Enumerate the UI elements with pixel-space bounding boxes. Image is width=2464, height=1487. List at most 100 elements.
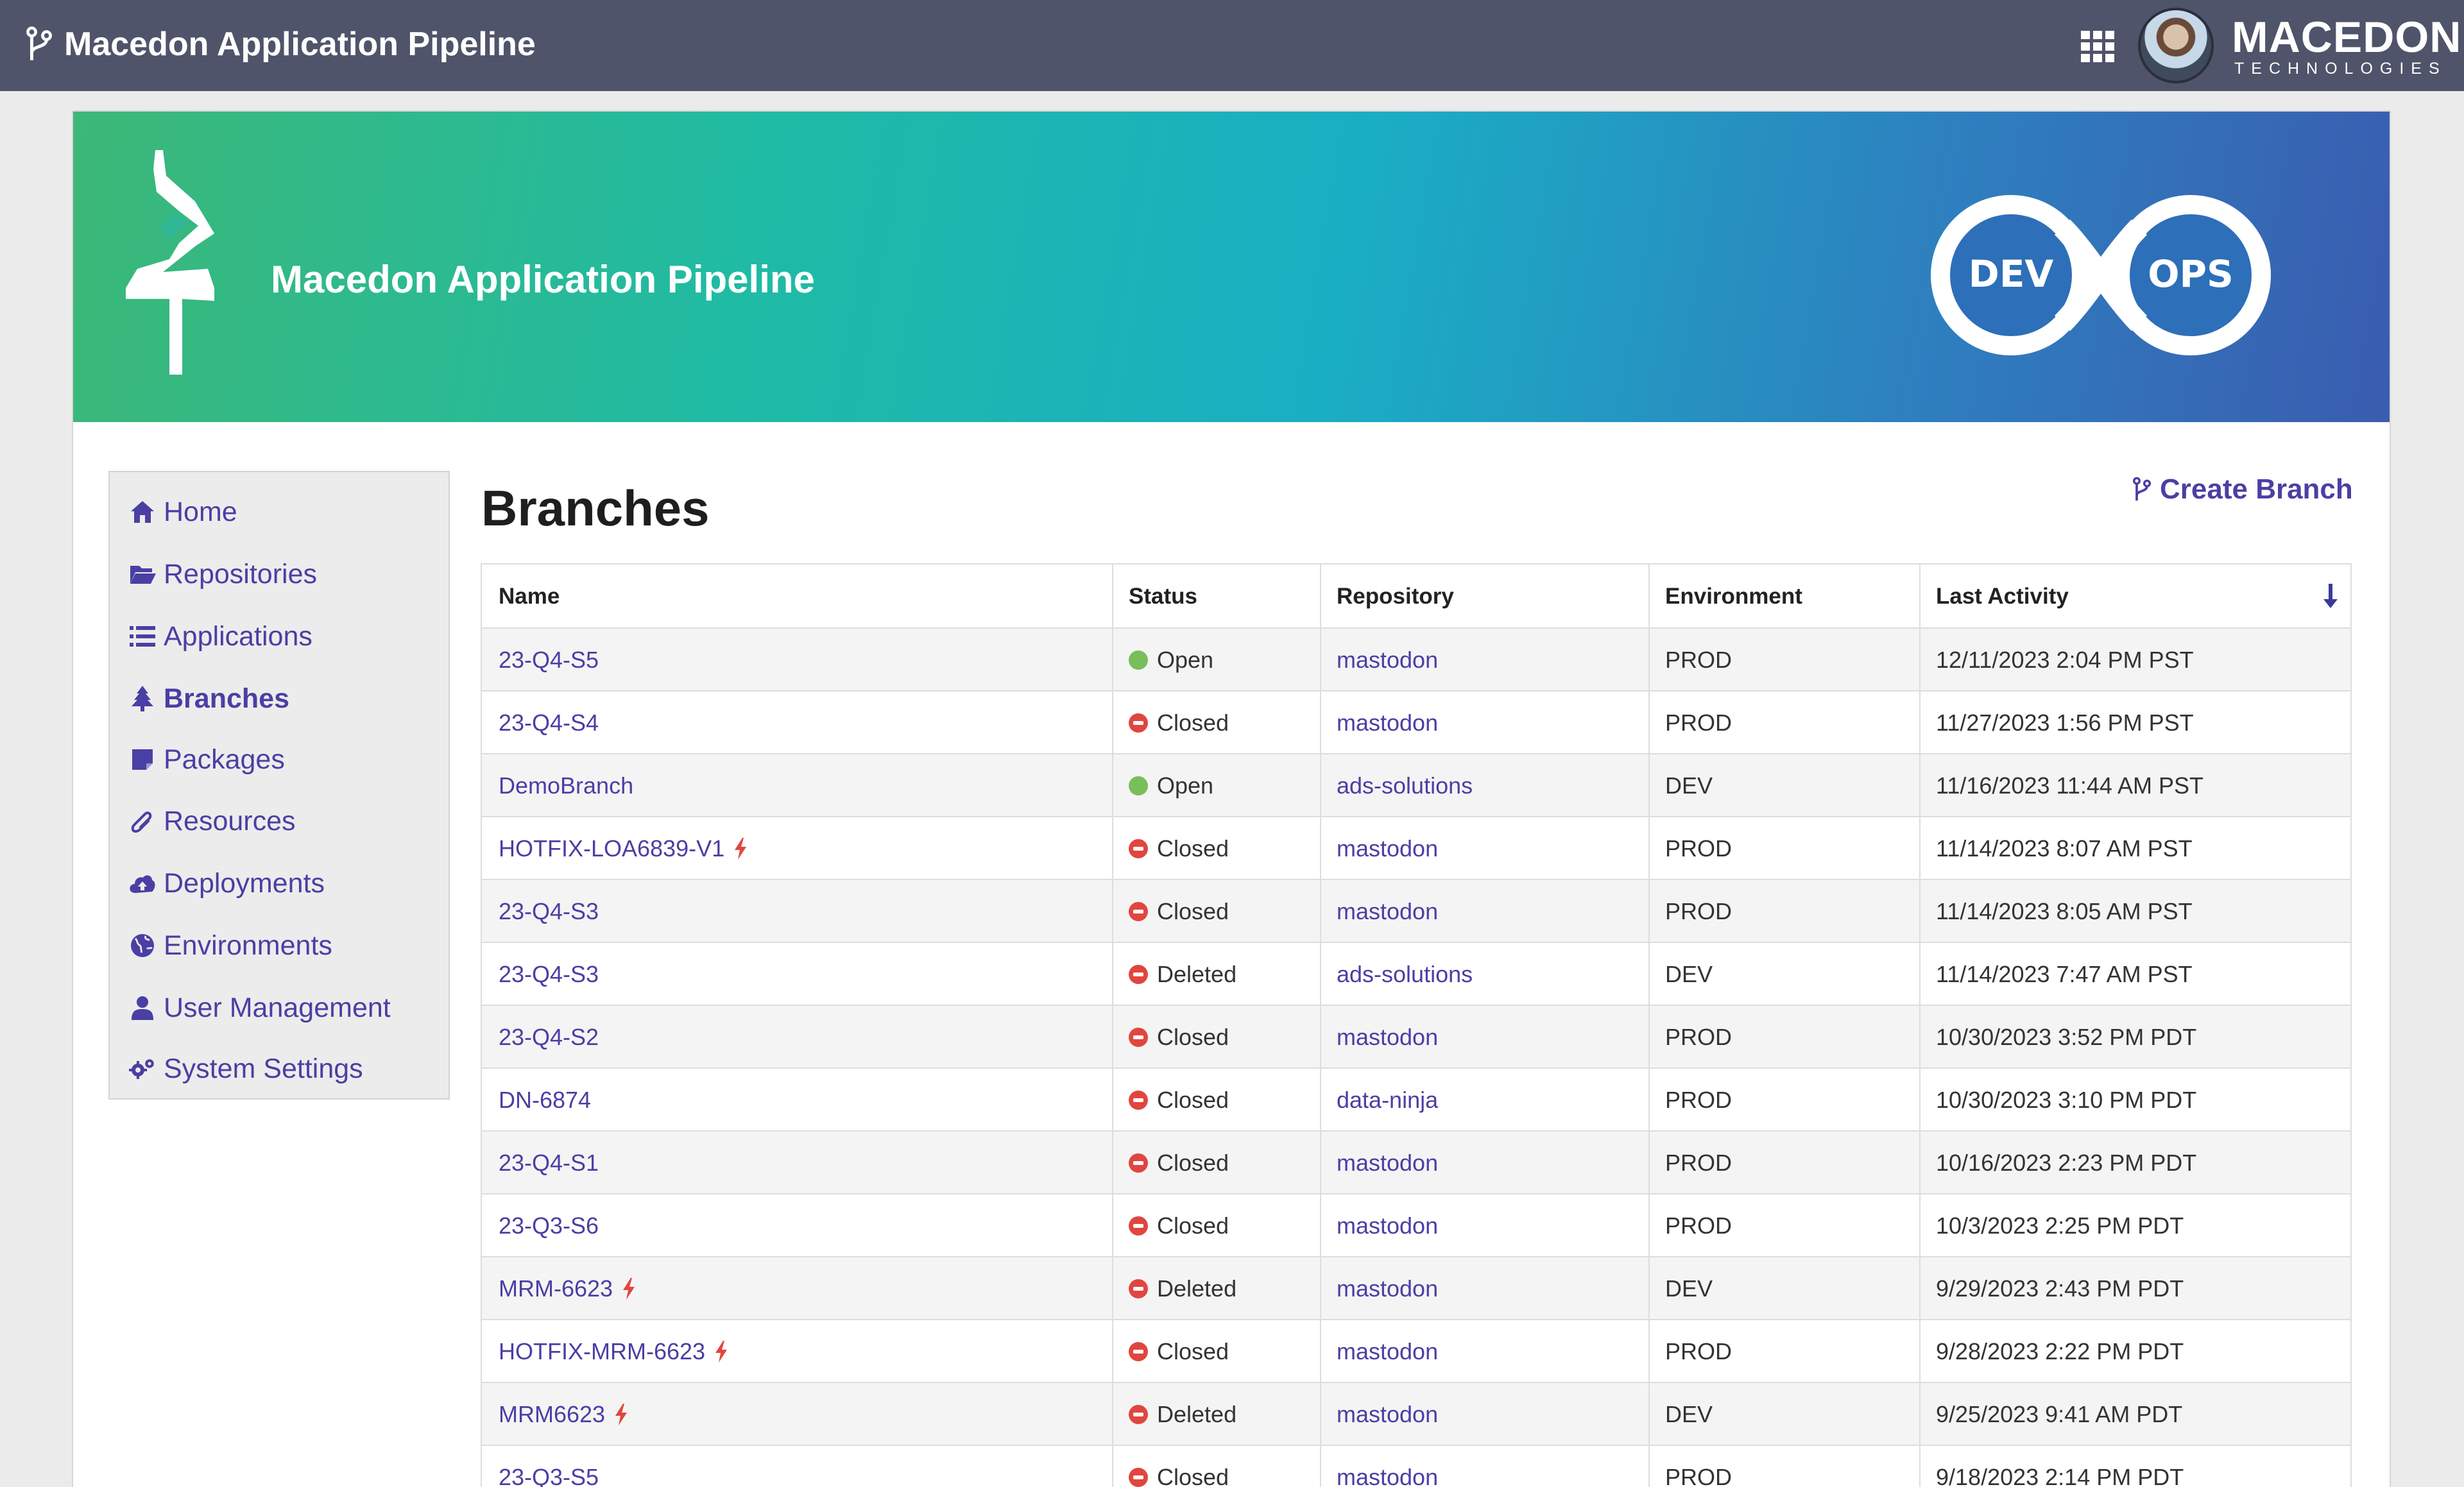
- sidebar-item-label: Home: [164, 497, 237, 527]
- torch-logo-icon: [126, 150, 214, 375]
- repository-link[interactable]: mastodon: [1337, 1024, 1438, 1051]
- repository-link[interactable]: mastodon: [1337, 1275, 1438, 1302]
- folder-open-icon: [129, 561, 156, 588]
- sidebar-item-label: Environments: [164, 930, 332, 961]
- table-row: HOTFIX-LOA6839-V1 Closed mastodon PROD 11/14…: [482, 817, 2350, 880]
- repository-link[interactable]: mastodon: [1337, 1150, 1438, 1177]
- repository-cell: mastodon: [1320, 692, 1648, 754]
- table-row: DN-6874 Closed data-ninja PROD 10/30/2023 3:…: [482, 1069, 2350, 1132]
- status-label: Deleted: [1157, 961, 1237, 987]
- sidebar-item-home[interactable]: Home: [129, 493, 237, 531]
- repository-cell: ads-solutions: [1320, 754, 1648, 817]
- status-label: Closed: [1157, 898, 1229, 924]
- branch-name-link[interactable]: 23-Q4-S1: [499, 1150, 599, 1177]
- repository-link[interactable]: mastodon: [1337, 835, 1438, 862]
- repository-link[interactable]: data-ninja: [1337, 1087, 1438, 1114]
- branch-icon: [2132, 477, 2152, 501]
- sidebar-item-packages[interactable]: Packages: [129, 740, 285, 779]
- sidebar-item-applications[interactable]: Applications: [129, 617, 312, 656]
- table-header: Name Status Repository Environment Last …: [482, 565, 2350, 629]
- environment-cell: PROD: [1648, 1320, 1919, 1383]
- branch-name-link[interactable]: 23-Q4-S3: [499, 898, 599, 925]
- avatar[interactable]: [2138, 8, 2214, 83]
- column-header-last-activity[interactable]: Last Activity: [1919, 565, 2353, 629]
- branch-name-link[interactable]: HOTFIX-LOA6839-V1: [499, 835, 724, 862]
- repository-link[interactable]: mastodon: [1337, 898, 1438, 925]
- environment-cell: PROD: [1648, 1446, 1919, 1487]
- tree-icon: [129, 685, 156, 712]
- repository-cell: mastodon: [1320, 1132, 1648, 1194]
- status-label: Closed: [1157, 1338, 1229, 1364]
- sidebar-item-deployments[interactable]: Deployments: [129, 864, 325, 903]
- status-closed-icon: [1129, 1468, 1148, 1487]
- sidebar-item-user-management[interactable]: User Management: [129, 989, 391, 1027]
- repository-link[interactable]: mastodon: [1337, 1338, 1438, 1365]
- branch-name-link[interactable]: HOTFIX-MRM-6623: [499, 1338, 705, 1365]
- create-branch-button[interactable]: Create Branch: [2132, 470, 2353, 509]
- status-deleted-icon: [1129, 965, 1148, 984]
- environment-cell: PROD: [1648, 1069, 1919, 1132]
- branch-name-link[interactable]: 23-Q3-S5: [499, 1464, 599, 1487]
- repository-link[interactable]: mastodon: [1337, 1464, 1438, 1487]
- column-header-repository[interactable]: Repository: [1320, 565, 1648, 629]
- branch-name-cell: 23-Q4-S3: [482, 943, 1112, 1006]
- app-grid-icon[interactable]: [2081, 31, 2114, 62]
- column-header-environment[interactable]: Environment: [1648, 565, 1919, 629]
- sort-descending-icon[interactable]: [2323, 584, 2338, 609]
- repository-cell: mastodon: [1320, 629, 1648, 692]
- branch-name-link[interactable]: DN-6874: [499, 1087, 591, 1114]
- branch-name-link[interactable]: DemoBranch: [499, 772, 633, 799]
- last-activity-label: 10/3/2023 2:25 PM PDT: [1936, 1212, 2184, 1239]
- table-row: HOTFIX-MRM-6623 Closed mastodon PROD 9/28/20…: [482, 1320, 2350, 1383]
- user-icon: [129, 994, 156, 1021]
- branch-name-link[interactable]: 23-Q4-S3: [499, 961, 599, 988]
- column-divider: [1648, 565, 1650, 1487]
- branch-name-link[interactable]: MRM-6623: [499, 1275, 613, 1302]
- branch-name-cell: DN-6874: [482, 1069, 1112, 1132]
- sidebar-item-environments[interactable]: Environments: [129, 926, 332, 965]
- last-activity-label: 9/18/2023 2:14 PM PDT: [1936, 1464, 2184, 1487]
- branch-name-link[interactable]: 23-Q4-S5: [499, 647, 599, 674]
- repository-link[interactable]: ads-solutions: [1337, 772, 1473, 799]
- sidebar-item-branches[interactable]: Branches: [129, 679, 289, 718]
- status-cell: Closed: [1112, 1006, 1320, 1069]
- environment-cell: PROD: [1648, 880, 1919, 943]
- package-icon: [129, 746, 156, 773]
- branch-name-link[interactable]: 23-Q4-S4: [499, 710, 599, 736]
- sidebar-item-resources[interactable]: Resources: [129, 802, 296, 840]
- repository-link[interactable]: mastodon: [1337, 1401, 1438, 1428]
- repository-cell: mastodon: [1320, 1383, 1648, 1446]
- repository-link[interactable]: mastodon: [1337, 710, 1438, 736]
- table-row: 23-Q4-S3 Deleted ads-solutions DEV 11/14/202…: [482, 943, 2350, 1006]
- column-header-status[interactable]: Status: [1112, 565, 1320, 629]
- column-divider: [1320, 565, 1321, 1487]
- sidebar-item-label: User Management: [164, 992, 391, 1023]
- paperclip-icon: [129, 808, 156, 835]
- column-header-name[interactable]: Name: [482, 565, 1112, 629]
- environment-label: PROD: [1665, 710, 1733, 736]
- environment-label: PROD: [1665, 647, 1733, 673]
- branch-name-link[interactable]: 23-Q4-S2: [499, 1024, 599, 1051]
- sidebar-item-repositories[interactable]: Repositories: [129, 555, 317, 593]
- environment-label: PROD: [1665, 1464, 1733, 1487]
- sidebar-item-system-settings[interactable]: System Settings: [129, 1049, 363, 1088]
- hotfix-bolt-icon: [623, 1278, 635, 1300]
- branch-name-link[interactable]: MRM6623: [499, 1401, 605, 1428]
- repository-link[interactable]: mastodon: [1337, 647, 1438, 674]
- status-label: Open: [1157, 647, 1214, 673]
- repository-link[interactable]: ads-solutions: [1337, 961, 1473, 988]
- status-closed-icon: [1129, 713, 1148, 733]
- status-label: Closed: [1157, 1464, 1229, 1487]
- hotfix-bolt-icon: [615, 1404, 628, 1425]
- environment-cell: PROD: [1648, 1006, 1919, 1069]
- environment-label: PROD: [1665, 1212, 1733, 1239]
- environment-label: PROD: [1665, 835, 1733, 862]
- repository-link[interactable]: mastodon: [1337, 1212, 1438, 1239]
- branch-name-link[interactable]: 23-Q3-S6: [499, 1212, 599, 1239]
- environment-cell: PROD: [1648, 692, 1919, 754]
- create-branch-label: Create Branch: [2160, 473, 2353, 505]
- status-label: Deleted: [1157, 1401, 1237, 1427]
- branch-name-cell: 23-Q4-S5: [482, 629, 1112, 692]
- branch-name-cell: 23-Q4-S3: [482, 880, 1112, 943]
- table-body: 23-Q4-S5 Open mastodon PROD 12/11/2023 2:04 …: [482, 629, 2350, 1487]
